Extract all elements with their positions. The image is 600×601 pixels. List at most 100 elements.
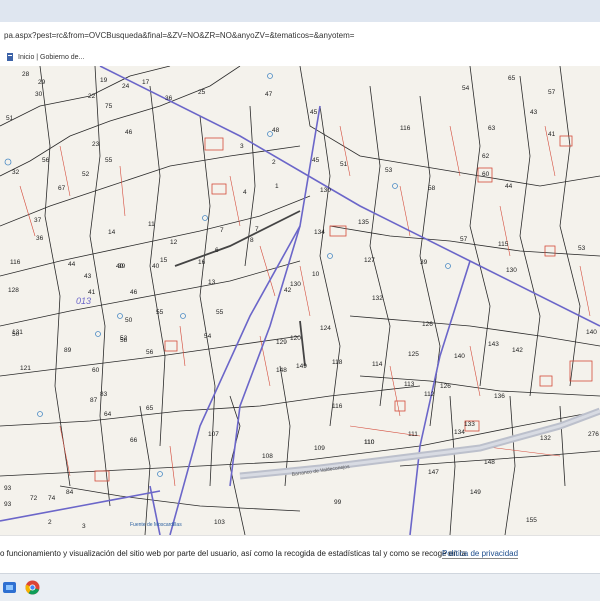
parcel-label: 47 [265,91,273,98]
parcel-label: 93 [4,501,12,508]
buildings [94,135,593,482]
parcel-label: 121 [20,365,31,372]
parcel-label: 60 [92,367,100,374]
parcel-label: 4 [243,189,247,196]
parcel-label: 37 [34,217,42,224]
parcel-label: 64 [104,411,112,418]
parcel-label: 36 [165,95,173,102]
parcel-label: 60 [482,171,490,178]
sheet-code-label: 013 [76,296,91,306]
parcel-label: 142 [512,347,523,354]
water-points [4,73,451,477]
privacy-policy-link[interactable]: Política de privacidad [442,549,519,559]
parcel-label: 48 [272,127,280,134]
parcel-label: 118 [332,359,343,366]
parcel-label: 93 [4,485,12,492]
parcel-label: 56 [146,349,154,356]
parcel-label: 29 [38,79,46,86]
parcel-label: 58 [120,337,128,344]
parcel-label: 44 [505,183,513,190]
parcel-label: 6 [215,247,219,254]
parcel-label: 53 [385,167,393,174]
parcel-label: 50 [125,317,133,324]
taskbar-app-icon[interactable] [2,580,17,595]
parcel-label: 54 [462,85,470,92]
parcel-label: 58 [428,185,436,192]
bookmark-favicon-icon [7,53,13,61]
parcel-label: 83 [100,391,108,398]
parcel-label: 11 [148,221,155,228]
parcel-label: 130 [320,187,331,194]
parcel-label: 112 [424,391,435,398]
parcel-label: 23 [92,141,100,148]
parcel-label: 63 [488,125,496,132]
parcel-label: 65 [508,75,516,82]
map-canvas[interactable]: 29 28 19 17 30 47 45 65 54 57 22 75 24 3… [0,66,600,535]
parcel-label: 87 [90,397,98,404]
parcel-label: 65 [146,405,154,412]
parcel-label: 57 [548,89,556,96]
place-label-fuente: Fuente de Moscardillas [130,522,182,528]
parcel-label: 107 [208,431,219,438]
parcel-label: 43 [530,109,538,116]
parcel-label: 45 [312,157,320,164]
parcel-label: 30 [35,91,43,98]
parcel-label: 66 [130,437,138,444]
bookmark-inicio[interactable]: Inicio | Gobierno de... [6,53,84,61]
parcel-label: 132 [372,295,383,302]
parcel-label: 43 [84,273,92,280]
parcel-label: 116 [10,259,21,266]
cookie-text: o funcionamiento y visualización del sit… [0,549,467,558]
parcel-label: 143 [488,341,499,348]
parcel-label: 130 [290,281,301,288]
parcel-label: 147 [428,469,439,476]
parcel-label: 39 [420,259,428,266]
parcel-label: 3 [82,523,86,530]
parcel-label: 41 [548,131,556,138]
taskbar [0,573,600,601]
parcel-label: 42 [284,287,292,294]
parcel-label: 56 [42,157,50,164]
parcel-label: 40 [152,263,160,270]
parcel-label: 54 [204,333,212,340]
parcel-label: 2 [48,519,52,526]
parcel-label: 50 [12,331,20,338]
parcel-label: 67 [58,185,66,192]
parcel-label: 126 [440,383,451,390]
parcel-label: 116 [332,403,343,410]
parcel-label: 16 [198,259,206,266]
parcel-label: 132 [540,435,551,442]
parcel-label: 133 [464,421,475,428]
parcel-label: 51 [6,115,14,122]
parcel-label: 14 [108,229,116,236]
parcel-label: 2 [272,159,276,166]
bookmarks-bar: Inicio | Gobierno de... [0,48,600,67]
parcel-label: 55 [216,309,224,316]
parcel-label: 109 [314,445,325,452]
parcel-label: 72 [30,495,38,502]
parcel-label: 136 [494,393,505,400]
parcel-label: 111 [408,431,418,438]
parcel-label: 134 [454,429,465,436]
url-text[interactable]: pa.aspx?pest=rc&from=OVCBusqueda&final=&… [0,31,354,40]
parcel-label: 46 [125,129,133,136]
parcel-label: 1 [275,183,279,190]
parcel-label: 12 [170,239,178,246]
parcel-label: 276 [588,431,599,438]
parcel-label: 140 [586,329,597,336]
cadastral-map[interactable]: 29 28 19 17 30 47 45 65 54 57 22 75 24 3… [0,66,600,535]
parcel-label: 44 [68,261,76,268]
parcel-label: 113 [404,381,415,388]
chrome-icon[interactable] [25,580,40,595]
parcel-label: 39 [118,263,126,270]
parcel-label: 62 [482,153,490,160]
parcel-label: 32 [12,169,20,176]
parcel-label: 53 [578,245,586,252]
parcel-label: 124 [320,325,331,332]
parcel-label: 135 [358,219,369,226]
parcel-label: 19 [100,77,108,84]
parcel-label: 99 [334,499,342,506]
parcel-label: 120 [290,335,301,342]
address-bar[interactable]: pa.aspx?pest=rc&from=OVCBusqueda&final=&… [0,22,600,49]
parcel-label: 149 [296,363,307,370]
